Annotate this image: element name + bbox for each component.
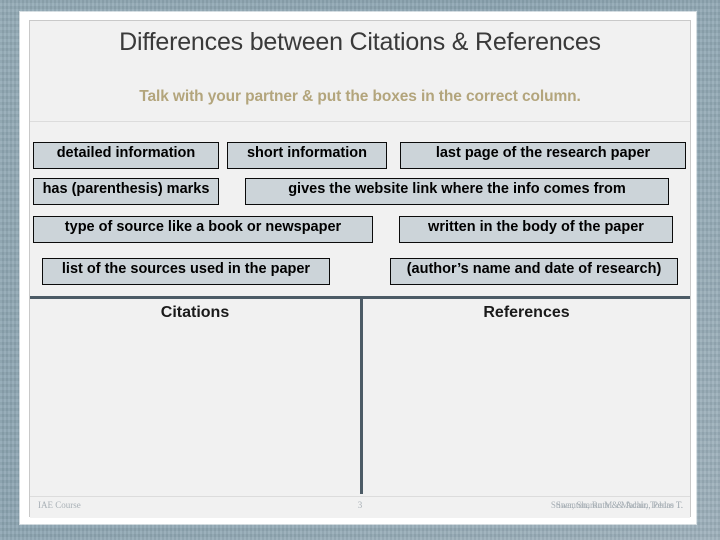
footer-authors-overlap: Swanton, Ruth & Machin, Pedro T.	[555, 500, 683, 510]
answer-box-list-of-sources[interactable]: list of the sources used in the paper	[42, 258, 330, 285]
page-title: Differences between Citations & Referenc…	[119, 28, 601, 56]
column-heading-references: References	[483, 304, 570, 321]
answer-box-short-information[interactable]: short information	[227, 142, 387, 169]
column-heading-citations: Citations	[160, 304, 230, 321]
column-top-rule-right	[363, 296, 690, 299]
title-block: Differences between Citations & Referenc…	[30, 22, 690, 122]
answer-box-last-page[interactable]: last page of the research paper	[400, 142, 686, 169]
slide-footer: IAE Course 3 Stiner, Sharon M. & Adair, …	[30, 496, 690, 518]
answer-box-type-of-source[interactable]: type of source like a book or newspaper	[33, 216, 373, 243]
answer-box-detailed-information[interactable]: detailed information	[33, 142, 219, 169]
answer-box-author-name-date[interactable]: (author’s name and date of research)	[390, 258, 678, 285]
activity-area: detailed information short information l…	[30, 124, 690, 494]
column-top-rule-left	[30, 296, 360, 299]
answer-box-written-in-body[interactable]: written in the body of the paper	[399, 216, 673, 243]
slide-subtitle-instruction: Talk with your partner & put the boxes i…	[139, 88, 581, 105]
answer-box-website-link[interactable]: gives the website link where the info co…	[245, 178, 669, 205]
column-divider	[360, 296, 363, 494]
answer-box-parenthesis-marks[interactable]: has (parenthesis) marks	[33, 178, 219, 205]
